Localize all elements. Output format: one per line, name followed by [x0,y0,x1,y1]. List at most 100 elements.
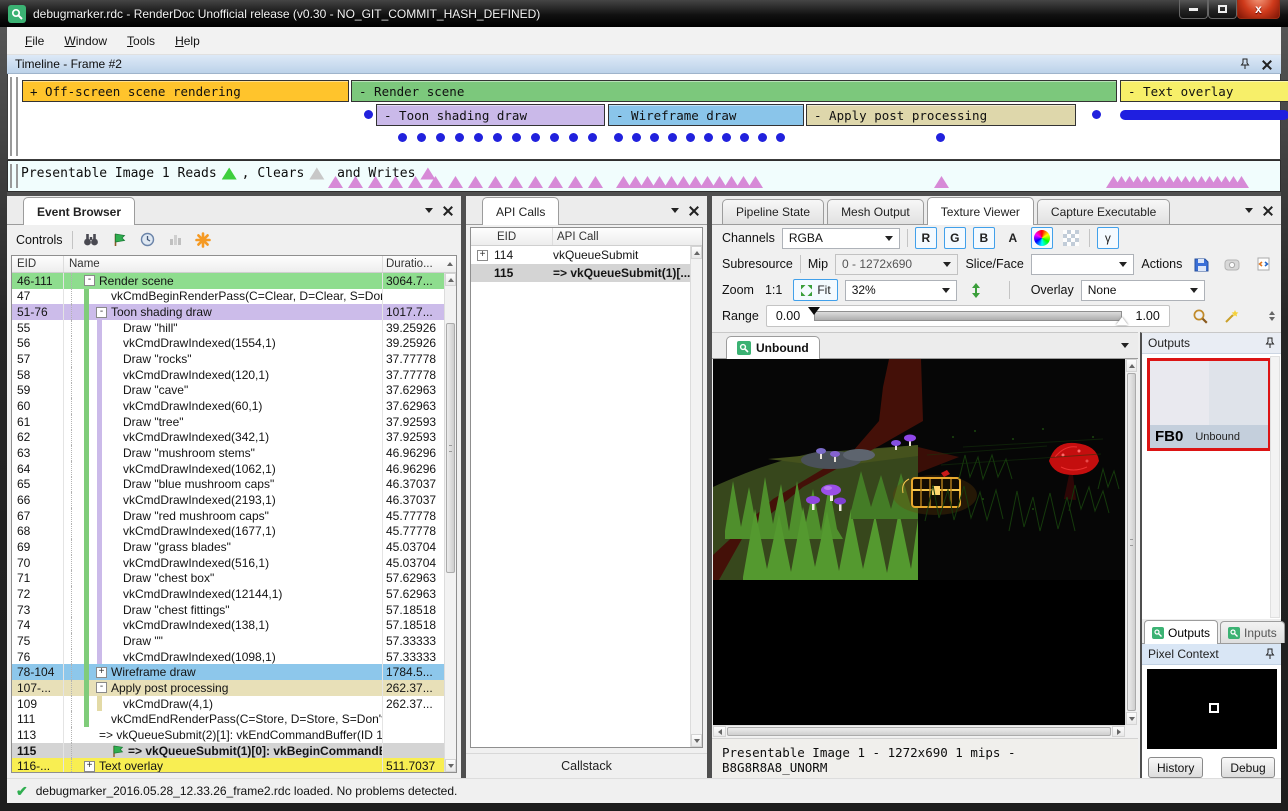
timeline-grip[interactable] [10,77,18,156]
draw-event-dot[interactable] [614,133,623,142]
draw-event-dot[interactable] [493,133,502,142]
draw-event-dot[interactable] [740,133,749,142]
find-event-icon[interactable] [82,230,101,249]
history-button[interactable]: History [1148,757,1203,778]
draw-event-dot[interactable] [531,133,540,142]
scrollbar-thumb[interactable] [727,727,1111,736]
write-event-marker[interactable] [488,176,503,188]
timeline-header[interactable]: Timeline - Frame #2 [7,55,1281,74]
minimize-button[interactable] [1179,0,1208,19]
write-event-marker[interactable] [724,176,739,188]
timeline-marker-bar[interactable]: - Render scene [351,80,1117,102]
api-scrollbar[interactable] [690,246,702,747]
viewport-vscrollbar[interactable] [1125,359,1137,725]
draw-event-dot[interactable] [936,133,945,142]
output-thumbnail-fb0[interactable]: FB0 Unbound [1147,358,1271,451]
write-event-marker[interactable] [588,176,603,188]
write-event-marker[interactable] [712,176,727,188]
event-row[interactable]: 66 vkCmdDrawIndexed(2193,1) 46.37037 [12,492,444,508]
draw-event-dot[interactable] [704,133,713,142]
draw-event-dot[interactable] [474,133,483,142]
flip-y-icon[interactable] [964,279,988,301]
io-tab[interactable]: Outputs [1144,620,1218,644]
event-row[interactable]: 68 vkCmdDrawIndexed(1677,1) 45.77778 [12,524,444,540]
event-row[interactable]: 56 vkCmdDrawIndexed(1554,1) 39.25926 [12,336,444,352]
fit-button[interactable]: Fit [793,279,837,301]
write-event-marker[interactable] [528,176,543,188]
write-event-marker[interactable] [700,176,715,188]
event-row[interactable]: 55 Draw "hill" 39.25926 [12,320,444,336]
debug-button[interactable]: Debug [1221,757,1275,778]
draw-event-dot[interactable] [668,133,677,142]
filter-options-icon[interactable] [194,230,213,249]
event-row[interactable]: 76 vkCmdDrawIndexed(1098,1) 57.33333 [12,649,444,665]
scroll-down-icon[interactable] [445,759,456,772]
write-event-marker[interactable] [934,176,949,188]
scroll-right-icon[interactable] [1112,726,1125,737]
draw-event-dot[interactable] [632,133,641,142]
title-bar[interactable]: debugmarker.rdc - RenderDoc Unofficial r… [0,0,1288,27]
viewport-hscrollbar[interactable] [713,725,1125,737]
write-event-marker[interactable] [568,176,583,188]
draw-event-dot[interactable] [1092,110,1101,119]
link-icon[interactable] [1220,253,1244,275]
slice-face-select[interactable] [1031,254,1135,275]
scroll-down-icon[interactable] [691,734,702,747]
resource-usage-strip[interactable]: Presentable Image 1 Reads , Clears and W… [7,160,1281,192]
event-row[interactable]: 60 vkCmdDrawIndexed(60,1) 37.62963 [12,398,444,414]
save-texture-icon[interactable] [1189,253,1213,275]
timeline-marker-bar[interactable]: - Toon shading draw [376,104,605,126]
close-button[interactable]: x [1237,0,1280,19]
close-panel-icon[interactable] [1262,60,1271,69]
event-row[interactable]: 69 Draw "grass blades" 45.03704 [12,539,444,555]
event-row[interactable]: 57 Draw "rocks" 37.77778 [12,351,444,367]
outputs-header[interactable]: Outputs [1142,333,1281,354]
autofit-range-icon[interactable] [1189,305,1213,327]
goto-resource-icon[interactable] [1251,253,1275,275]
close-panel-icon[interactable] [1263,206,1272,215]
dock-menu-icon[interactable] [671,208,679,213]
draw-event-dot[interactable] [588,133,597,142]
event-row[interactable]: 46-111 - Render scene 3064.7... [12,273,444,289]
pin-icon[interactable] [1265,337,1275,349]
event-row[interactable]: 63 Draw "mushroom stems" 46.96296 [12,445,444,461]
draw-event-dot[interactable] [512,133,521,142]
draw-event-dot[interactable] [686,133,695,142]
scroll-up-icon[interactable] [445,273,456,286]
range-max-value[interactable]: 1.00 [1136,309,1160,323]
panel-tab[interactable]: Pipeline State [722,199,824,224]
column-name[interactable]: Name [64,258,382,270]
event-row[interactable]: 111 vkCmdEndRenderPass(C=Store, D=Store,… [12,711,444,727]
column-eid[interactable]: EID [471,228,553,245]
alpha-channel-button[interactable]: A [1002,227,1024,249]
overlay-select[interactable]: None [1081,280,1205,301]
event-row[interactable]: 75 Draw "" 57.33333 [12,633,444,649]
panel-tab[interactable]: Texture Viewer [927,197,1034,225]
panel-tab[interactable]: Capture Executable [1037,199,1170,224]
texture-list-icon[interactable] [1121,343,1129,348]
range-min-value[interactable]: 0.00 [776,309,800,323]
column-duration[interactable]: Duratio... [382,256,444,272]
menu-item[interactable]: Help [165,30,210,52]
event-row[interactable]: 116-... + Text overlay 511.7037 [12,758,444,772]
panel-tab[interactable]: Mesh Output [827,199,924,224]
draw-event-dot[interactable] [776,133,785,142]
column-api-call[interactable]: API Call [553,231,702,243]
write-event-marker[interactable] [664,176,679,188]
range-control[interactable]: 0.00 1.00 [766,305,1170,327]
scroll-up-icon[interactable] [691,246,702,259]
scroll-down-icon[interactable] [1126,712,1137,725]
blue-channel-button[interactable]: B [973,227,995,249]
usage-grip[interactable] [10,164,18,188]
draw-event-dot[interactable] [455,133,464,142]
tab-event-browser[interactable]: Event Browser [23,197,135,225]
event-row[interactable]: 71 Draw "chest box" 57.62963 [12,570,444,586]
event-row[interactable]: 78-104 + Wireframe draw 1784.5... [12,664,444,680]
pixel-context-preview[interactable] [1147,669,1277,749]
write-event-marker[interactable] [508,176,523,188]
menu-item[interactable]: Tools [117,30,165,52]
event-row[interactable]: 67 Draw "red mushroom caps" 45.77778 [12,508,444,524]
callstack-section-label[interactable]: Callstack [466,753,707,773]
close-panel-icon[interactable] [689,206,698,215]
timeline-marker-bar[interactable]: - Apply post processing [806,104,1076,126]
